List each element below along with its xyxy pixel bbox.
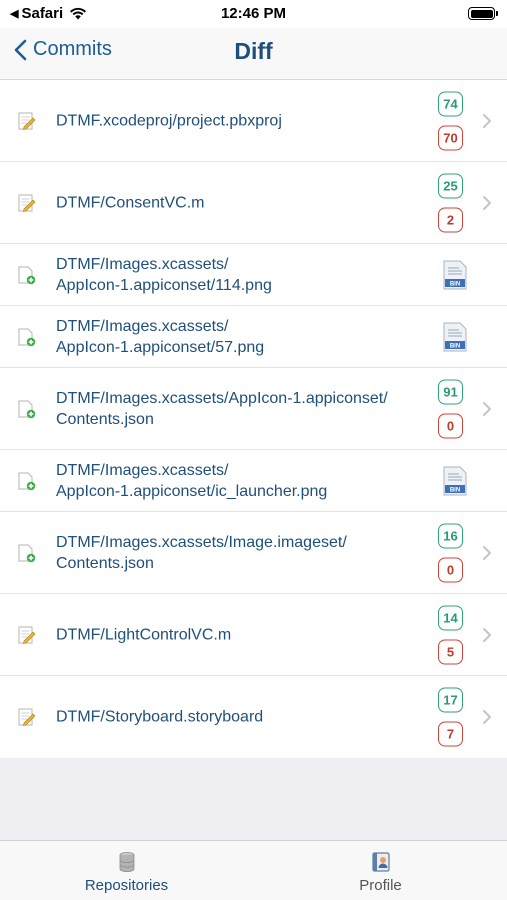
deletions-badge: 0 [438,557,463,582]
file-row[interactable]: DTMF/Images.xcassets/Image.imageset/Cont… [0,512,507,594]
change-counts: 25 2 [438,173,463,232]
chevron-right-icon [483,710,491,724]
additions-badge: 16 [438,523,463,548]
file-row[interactable]: DTMF/Storyboard.storyboard 17 7 [0,676,507,758]
tab-bar: Repositories Profile [0,840,507,900]
binary-file-icon: BIN [443,260,467,289]
database-icon [119,852,134,872]
file-path: DTMF/Images.xcassets/AppIcon-1.appiconse… [56,255,272,294]
file-modified-icon [18,708,36,726]
file-path: DTMF/Images.xcassets/AppIcon-1.appiconse… [56,317,265,356]
change-counts: 14 5 [438,605,463,664]
navigation-bar: Commits Diff [0,28,507,80]
file-row[interactable]: DTMF/Images.xcassets/AppIcon-1.appiconse… [0,368,507,450]
svg-text:BIN: BIN [450,343,460,349]
chevron-right-icon [483,113,491,128]
file-modified-icon [18,194,36,212]
file-path: DTMF/Images.xcassets/AppIcon-1.appiconse… [56,461,328,500]
additions-badge: 14 [438,605,463,630]
additions-badge: 74 [438,91,463,116]
additions-badge: 17 [438,687,463,713]
file-path: DTMF/Storyboard.storyboard [56,708,264,726]
tab-repositories[interactable]: Repositories [0,841,253,900]
deletions-badge: 7 [438,721,463,747]
file-path: DTMF/LightControlVC.m [56,626,232,643]
file-path: DTMF/Images.xcassets/AppIcon-1.appiconse… [56,389,388,428]
chevron-right-icon [483,401,491,416]
file-path: DTMF.xcodeproj/project.pbxproj [56,112,282,129]
file-modified-icon [18,112,36,130]
deletions-badge: 0 [438,413,463,438]
tab-label-profile: Profile [359,877,402,894]
battery-icon [468,7,498,20]
chevron-right-icon [483,545,491,560]
file-added-icon [18,400,36,418]
additions-badge: 91 [438,379,463,404]
file-added-icon [18,544,36,562]
deletions-badge: 2 [438,207,463,232]
file-row[interactable]: DTMF/LightControlVC.m 14 5 [0,594,507,676]
file-row[interactable]: DTMF/Images.xcassets/AppIcon-1.appiconse… [0,244,507,306]
file-added-icon [18,328,36,346]
svg-text:BIN: BIN [450,281,460,287]
additions-badge: 25 [438,173,463,198]
change-counts: 91 0 [438,379,463,438]
deletions-badge: 5 [438,639,463,664]
binary-file-icon: BIN [443,466,467,495]
tab-profile[interactable]: Profile [254,841,507,900]
file-modified-icon [18,626,36,644]
chevron-right-icon [483,195,491,210]
file-added-icon [18,266,36,284]
deletions-badge: 70 [438,125,463,150]
file-row[interactable]: DTMF/ConsentVC.m 25 2 [0,162,507,244]
binary-file-icon: BIN [443,322,467,351]
file-path: DTMF/ConsentVC.m [56,194,205,211]
change-counts: 16 0 [438,523,463,582]
change-counts: 17 7 [438,687,463,747]
file-path: DTMF/Images.xcassets/Image.imageset/Cont… [56,533,347,572]
svg-text:BIN: BIN [450,487,460,493]
diff-file-list: DTMF.xcodeproj/project.pbxproj 74 70 DTM… [0,80,507,758]
tab-label-repositories: Repositories [84,877,169,894]
status-bar: ◀ Safari 12:46 PM [0,0,507,28]
file-added-icon [18,472,36,490]
file-row[interactable]: DTMF/Images.xcassets/AppIcon-1.appiconse… [0,306,507,368]
file-row[interactable]: DTMF.xcodeproj/project.pbxproj 74 70 [0,80,507,162]
change-counts: 74 70 [438,91,463,150]
file-row[interactable]: DTMF/Images.xcassets/AppIcon-1.appiconse… [0,450,507,512]
page-title: Diff [234,38,273,64]
chevron-right-icon [483,627,491,642]
status-time: 12:46 PM [220,5,287,22]
profile-icon [371,852,390,872]
